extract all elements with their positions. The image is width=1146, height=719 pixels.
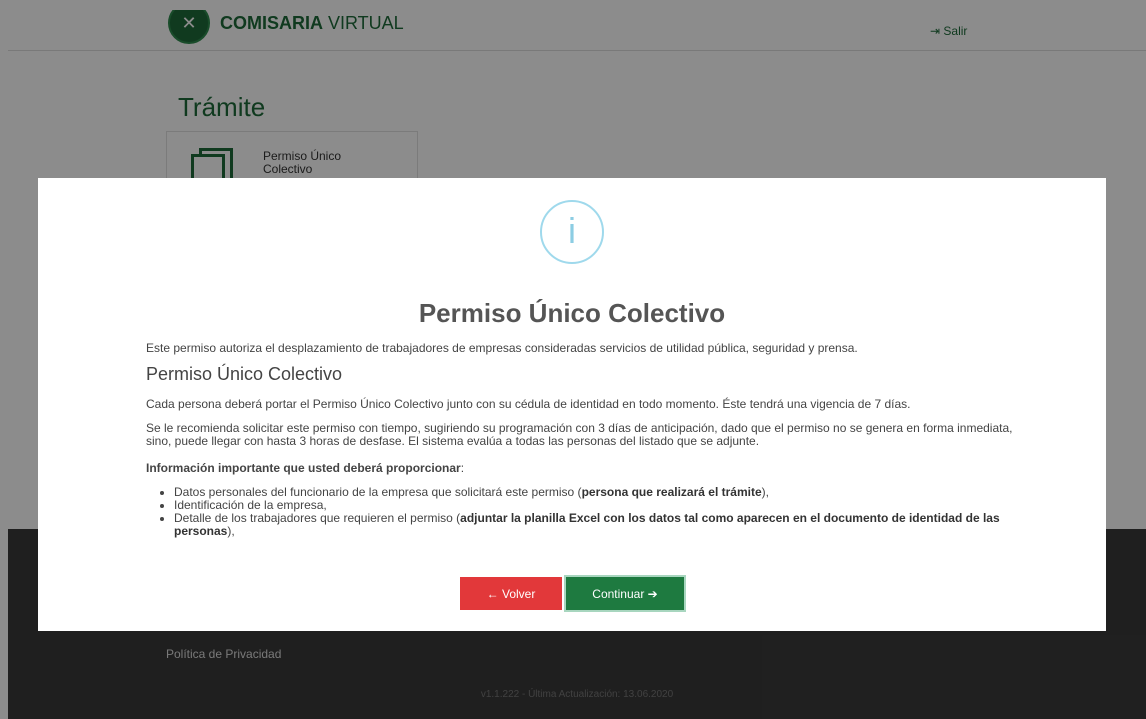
intro-text: Este permiso autoriza el desplazamiento … <box>146 341 858 355</box>
validity-paragraph: Cada persona deberá portar el Permiso Ún… <box>146 397 911 411</box>
list-item: Detalle de los trabajadores que requiere… <box>174 512 1034 538</box>
important-info-label: Información importante que usted deberá … <box>146 461 465 475</box>
modal-title: Permiso Único Colectivo <box>418 298 726 328</box>
continue-button[interactable]: Continuar ➔ <box>564 575 686 612</box>
sub-heading: Permiso Único Colectivo <box>146 364 343 384</box>
requirements-list: Datos personales del funcionario de la e… <box>146 486 1034 538</box>
back-button[interactable]: ← Volver <box>460 577 562 610</box>
info-modal: i Permiso Único Colectivo Este permiso a… <box>38 178 1106 631</box>
recommendation-paragraph: Se le recomienda solicitar este permiso … <box>146 421 1013 448</box>
info-icon: i <box>540 200 604 264</box>
